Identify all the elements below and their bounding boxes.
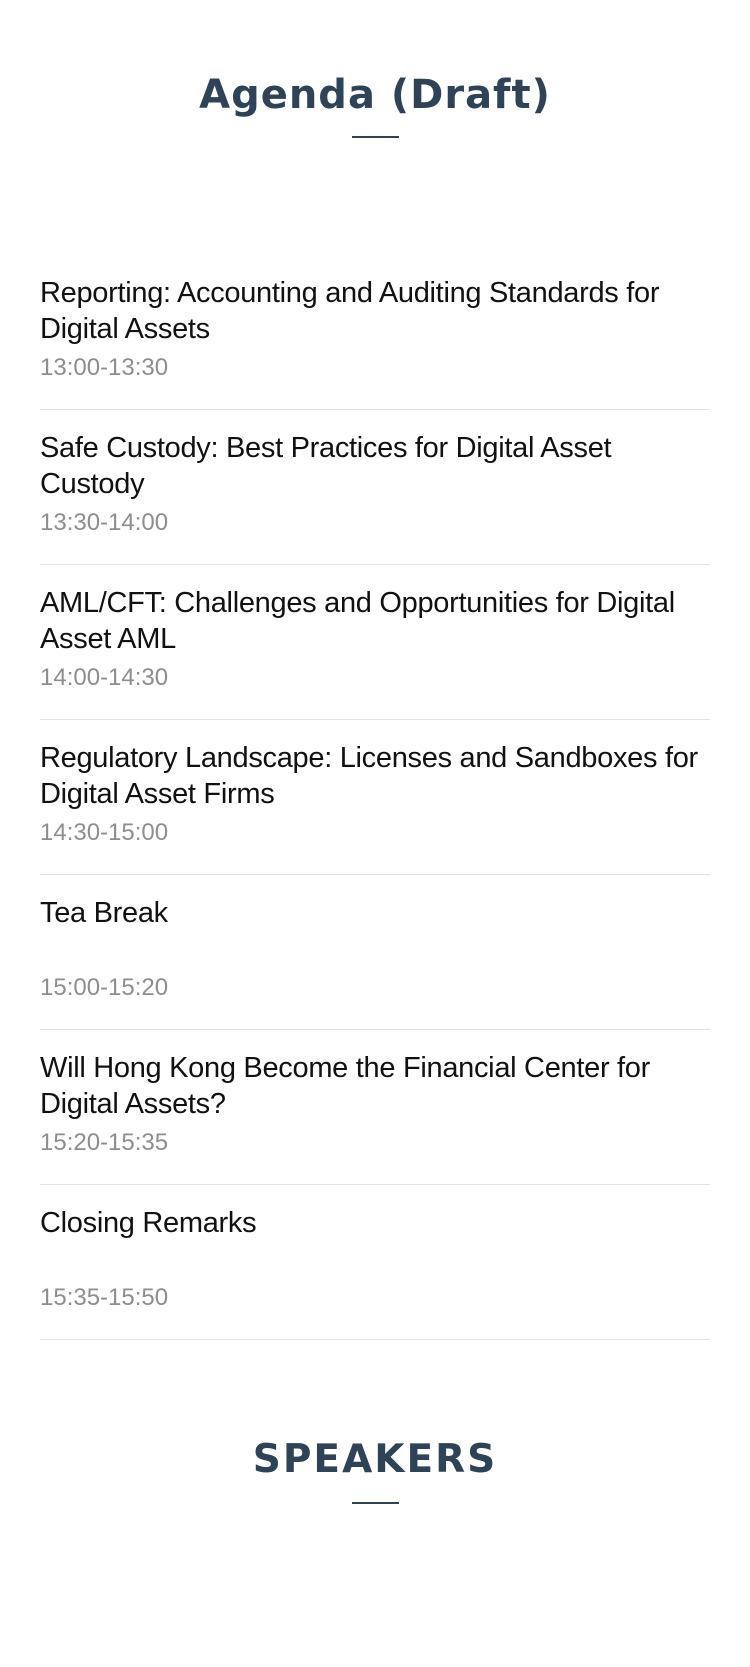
agenda-title: Agenda (Draft) <box>199 72 551 118</box>
agenda-item: Tea Break 15:00-15:20 <box>40 875 710 1030</box>
agenda-item: Safe Custody: Best Practices for Digital… <box>40 410 710 565</box>
agenda-item-title: Tea Break <box>40 897 168 929</box>
agenda-item-time: 15:00-15:20 <box>40 974 169 1001</box>
agenda-item-time: 14:30-15:00 <box>40 819 169 846</box>
speakers-title-underline <box>352 1502 399 1504</box>
agenda-item: Regulatory Landscape: Licenses and Sandb… <box>40 720 710 875</box>
agenda-title-underline <box>352 136 399 138</box>
agenda-item-title: Reporting: Accounting and Auditing Stand… <box>40 277 660 345</box>
agenda-item-time: 15:35-15:50 <box>40 1284 169 1311</box>
agenda-item: Reporting: Accounting and Auditing Stand… <box>40 258 710 410</box>
agenda-item-time: 14:00-14:30 <box>40 664 169 691</box>
speakers-title: SPEAKERS <box>252 1437 498 1482</box>
agenda-item: Closing Remarks 15:35-15:50 <box>40 1185 710 1340</box>
agenda-item-title: Regulatory Landscape: Licenses and Sandb… <box>40 742 698 810</box>
agenda-list: Reporting: Accounting and Auditing Stand… <box>40 258 710 1340</box>
agenda-item-time: 13:30-14:00 <box>40 509 169 536</box>
agenda-item: Will Hong Kong Become the Financial Cent… <box>40 1030 710 1185</box>
agenda-item-title: Closing Remarks <box>40 1207 257 1239</box>
agenda-item-title: Will Hong Kong Become the Financial Cent… <box>40 1052 650 1120</box>
agenda-item-time: 13:00-13:30 <box>40 354 169 381</box>
agenda-item: AML/CFT: Challenges and Opportunities fo… <box>40 565 710 720</box>
agenda-item-title: Safe Custody: Best Practices for Digital… <box>40 432 612 500</box>
agenda-item-time: 15:20-15:35 <box>40 1129 169 1156</box>
agenda-item-title: AML/CFT: Challenges and Opportunities fo… <box>40 587 675 655</box>
